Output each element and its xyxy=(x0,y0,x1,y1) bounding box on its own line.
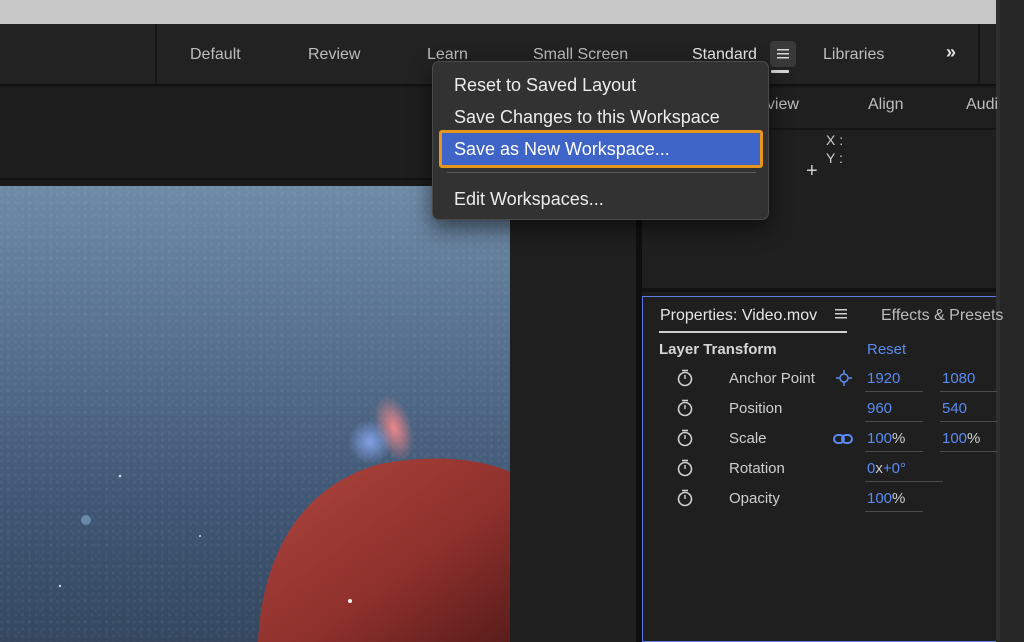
hamburger-icon xyxy=(777,49,789,59)
properties-panel: Properties: Video.mov Effects & Presets … xyxy=(642,296,1003,642)
composition-viewer[interactable] xyxy=(0,186,510,642)
workspace-tab-default[interactable]: Default xyxy=(190,46,241,64)
menu-item-edit-workspaces[interactable]: Edit Workspaces... xyxy=(439,184,763,214)
tab-effects-presets[interactable]: Effects & Presets xyxy=(881,307,1003,325)
property-row-scale: Scale 100% 100% xyxy=(643,427,997,457)
constrain-proportions-link-icon[interactable] xyxy=(833,432,853,446)
workspace-tab-review[interactable]: Review xyxy=(308,46,360,64)
property-label: Opacity xyxy=(729,490,780,507)
window-titlebar xyxy=(0,0,996,24)
viewer-image xyxy=(58,395,510,642)
stopwatch-icon[interactable] xyxy=(677,399,693,417)
stopwatch-icon[interactable] xyxy=(677,459,693,477)
opacity-field[interactable]: 100% xyxy=(865,490,923,512)
active-tab-indicator xyxy=(659,331,847,333)
panel-menu-icon[interactable] xyxy=(835,309,847,319)
workspace-tab-libraries[interactable]: Libraries xyxy=(823,46,884,64)
anchor-x-field[interactable]: 1920 xyxy=(865,370,923,392)
tab-align[interactable]: Align xyxy=(868,96,904,114)
menu-item-save-new-workspace[interactable]: Save as New Workspace... xyxy=(439,130,763,168)
anchor-y-field[interactable]: 1080 xyxy=(940,370,997,392)
tab-audio[interactable]: Audi xyxy=(966,96,998,114)
viewer-pasteboard xyxy=(510,186,636,642)
unit-label: % xyxy=(892,490,906,507)
tab-properties[interactable]: Properties: Video.mov xyxy=(660,307,817,325)
scale-x-field[interactable]: 100% xyxy=(865,430,923,452)
position-x-field[interactable]: 960 xyxy=(865,400,923,422)
property-label: Rotation xyxy=(729,460,785,477)
unit-label: x xyxy=(875,460,883,477)
workspace-menu-button[interactable] xyxy=(770,41,796,67)
menu-item-save-changes[interactable]: Save Changes to this Workspace xyxy=(439,102,763,132)
menu-item-reset-saved-layout[interactable]: Reset to Saved Layout xyxy=(439,70,763,100)
unit-label: % xyxy=(892,430,906,447)
stopwatch-icon[interactable] xyxy=(677,489,693,507)
y-coordinate-label: Y : xyxy=(826,150,843,166)
reset-button[interactable]: Reset xyxy=(867,341,906,358)
property-row-position: Position 960 540 xyxy=(643,397,997,427)
workspace-bar-divider-right xyxy=(978,24,980,84)
stopwatch-icon[interactable] xyxy=(677,369,693,387)
active-workspace-indicator xyxy=(771,70,789,73)
property-row-anchor-point: Anchor Point 1920 1080 xyxy=(643,367,997,397)
position-y-field[interactable]: 540 xyxy=(940,400,997,422)
layer-transform-heading: Layer Transform xyxy=(659,341,777,358)
stopwatch-icon[interactable] xyxy=(677,429,693,447)
unit-label: % xyxy=(967,430,981,447)
rotation-field[interactable]: 0x+0° xyxy=(865,460,943,482)
menu-separator xyxy=(447,172,756,173)
property-row-opacity: Opacity 100% xyxy=(643,487,997,517)
x-coordinate-label: X : xyxy=(826,132,844,148)
property-row-rotation: Rotation 0x+0° xyxy=(643,457,997,487)
anchor-target-icon[interactable] xyxy=(835,369,853,387)
workspace-dropdown-menu: Reset to Saved Layout Save Changes to th… xyxy=(432,61,769,220)
more-workspaces-icon[interactable]: » xyxy=(946,42,956,63)
crosshair-icon: + xyxy=(806,160,818,182)
scale-y-field[interactable]: 100% xyxy=(940,430,997,452)
property-label: Scale xyxy=(729,430,767,447)
workspace-bar-divider xyxy=(155,24,157,84)
property-label: Position xyxy=(729,400,783,417)
property-label: Anchor Point xyxy=(729,370,815,387)
